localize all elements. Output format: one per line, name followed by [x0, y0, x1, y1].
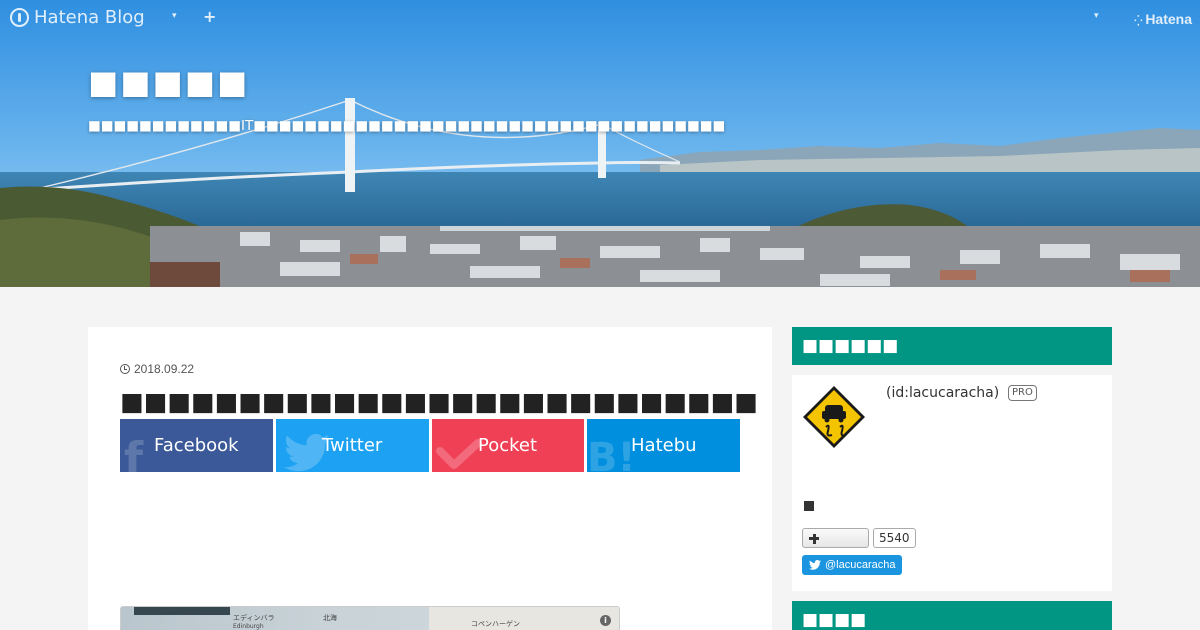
- map-dark-strip: [134, 607, 230, 615]
- hatebu-b-icon: B!: [587, 435, 636, 472]
- share-twitter-label: Twitter: [322, 435, 383, 456]
- map-label-copenhagen: コペンハーゲン: [471, 620, 520, 628]
- bookmark-count[interactable]: 5540: [873, 528, 916, 548]
- article-card: 2018.09.22 ■■■■■■■■■■■■■■■■■■■■■■■■■■■■■…: [88, 327, 772, 630]
- facebook-icon: f: [124, 433, 144, 472]
- hatena-blog-brand: Hatena Blog: [34, 7, 145, 28]
- sidebar-second-heading: ■■■■: [792, 601, 1112, 630]
- map-label-edinburgh-ja: エディンバラ: [233, 614, 275, 622]
- entry-date[interactable]: 2018.09.22: [120, 362, 194, 376]
- entry-date-text: 2018.09.22: [134, 362, 195, 376]
- blog-menu-chevron-down-icon[interactable]: ▾: [172, 11, 177, 21]
- blog-description: ■■■■■■■■■■■■IT■■■■■■■■■■■■■■■■■■■■■■■■■■…: [88, 118, 726, 134]
- map-land: [429, 607, 619, 630]
- clock-icon: [120, 364, 130, 374]
- profile-module: (id:lacucaracha) PRO 5540 @lacucaracha: [792, 375, 1112, 591]
- share-hatebu-label: Hatebu: [631, 435, 697, 456]
- share-twitter-button[interactable]: Twitter: [276, 419, 429, 472]
- entry-title[interactable]: ■■■■■■■■■■■■■■■■■■■■■■■■■■■■■■■■■: [120, 387, 760, 416]
- user-menu-chevron-down-icon[interactable]: ▾: [1094, 11, 1099, 21]
- twitter-icon: [809, 560, 821, 570]
- pocket-check-icon: [436, 439, 482, 469]
- header-image: [0, 0, 1200, 287]
- hatena-blog-logo[interactable]: Hatena Blog: [10, 7, 145, 28]
- hatena-label: Hatena: [1145, 11, 1192, 27]
- twitter-follow-button[interactable]: @lacucaracha: [802, 555, 903, 575]
- square-icon: [804, 501, 814, 511]
- map-label-edinburgh: Edinburgh: [233, 623, 264, 630]
- blog-title[interactable]: ■■■■■: [88, 63, 249, 101]
- profile-id-link[interactable]: (id:lacucaracha): [886, 385, 999, 401]
- hatena-bookmark-add-button[interactable]: [802, 528, 869, 548]
- map-label-north-sea: 北海: [323, 614, 337, 622]
- share-facebook-button[interactable]: f Facebook: [120, 419, 273, 472]
- map-info-icon[interactable]: i: [600, 615, 611, 626]
- share-pocket-button[interactable]: Pocket: [432, 419, 584, 472]
- sidebar-profile-heading: ■■■■■■: [792, 327, 1112, 365]
- share-hatebu-button[interactable]: B! Hatebu: [587, 419, 740, 472]
- new-post-plus-icon[interactable]: +: [203, 7, 216, 26]
- blog-header: Hatena Blog ▾ + ▾ ⁛ Hatena ■■■■■ ■■■■■■■■…: [0, 0, 1200, 287]
- pro-badge: PRO: [1008, 385, 1037, 401]
- top-bar: Hatena Blog ▾ + ▾ ⁛ Hatena: [0, 0, 1200, 38]
- share-pocket-label: Pocket: [478, 435, 538, 456]
- twitter-follow-label: @lacucaracha: [825, 559, 896, 571]
- embedded-map[interactable]: エディンバラ Edinburgh 北海 コペンハーゲン i: [120, 606, 620, 630]
- hatena-dots-icon: ⁛: [1134, 16, 1143, 27]
- hatena-blog-logo-icon: [10, 8, 29, 27]
- hatena-link[interactable]: ⁛ Hatena: [1134, 11, 1192, 27]
- share-facebook-label: Facebook: [154, 435, 239, 456]
- profile-avatar-road-sign-icon[interactable]: [802, 385, 866, 449]
